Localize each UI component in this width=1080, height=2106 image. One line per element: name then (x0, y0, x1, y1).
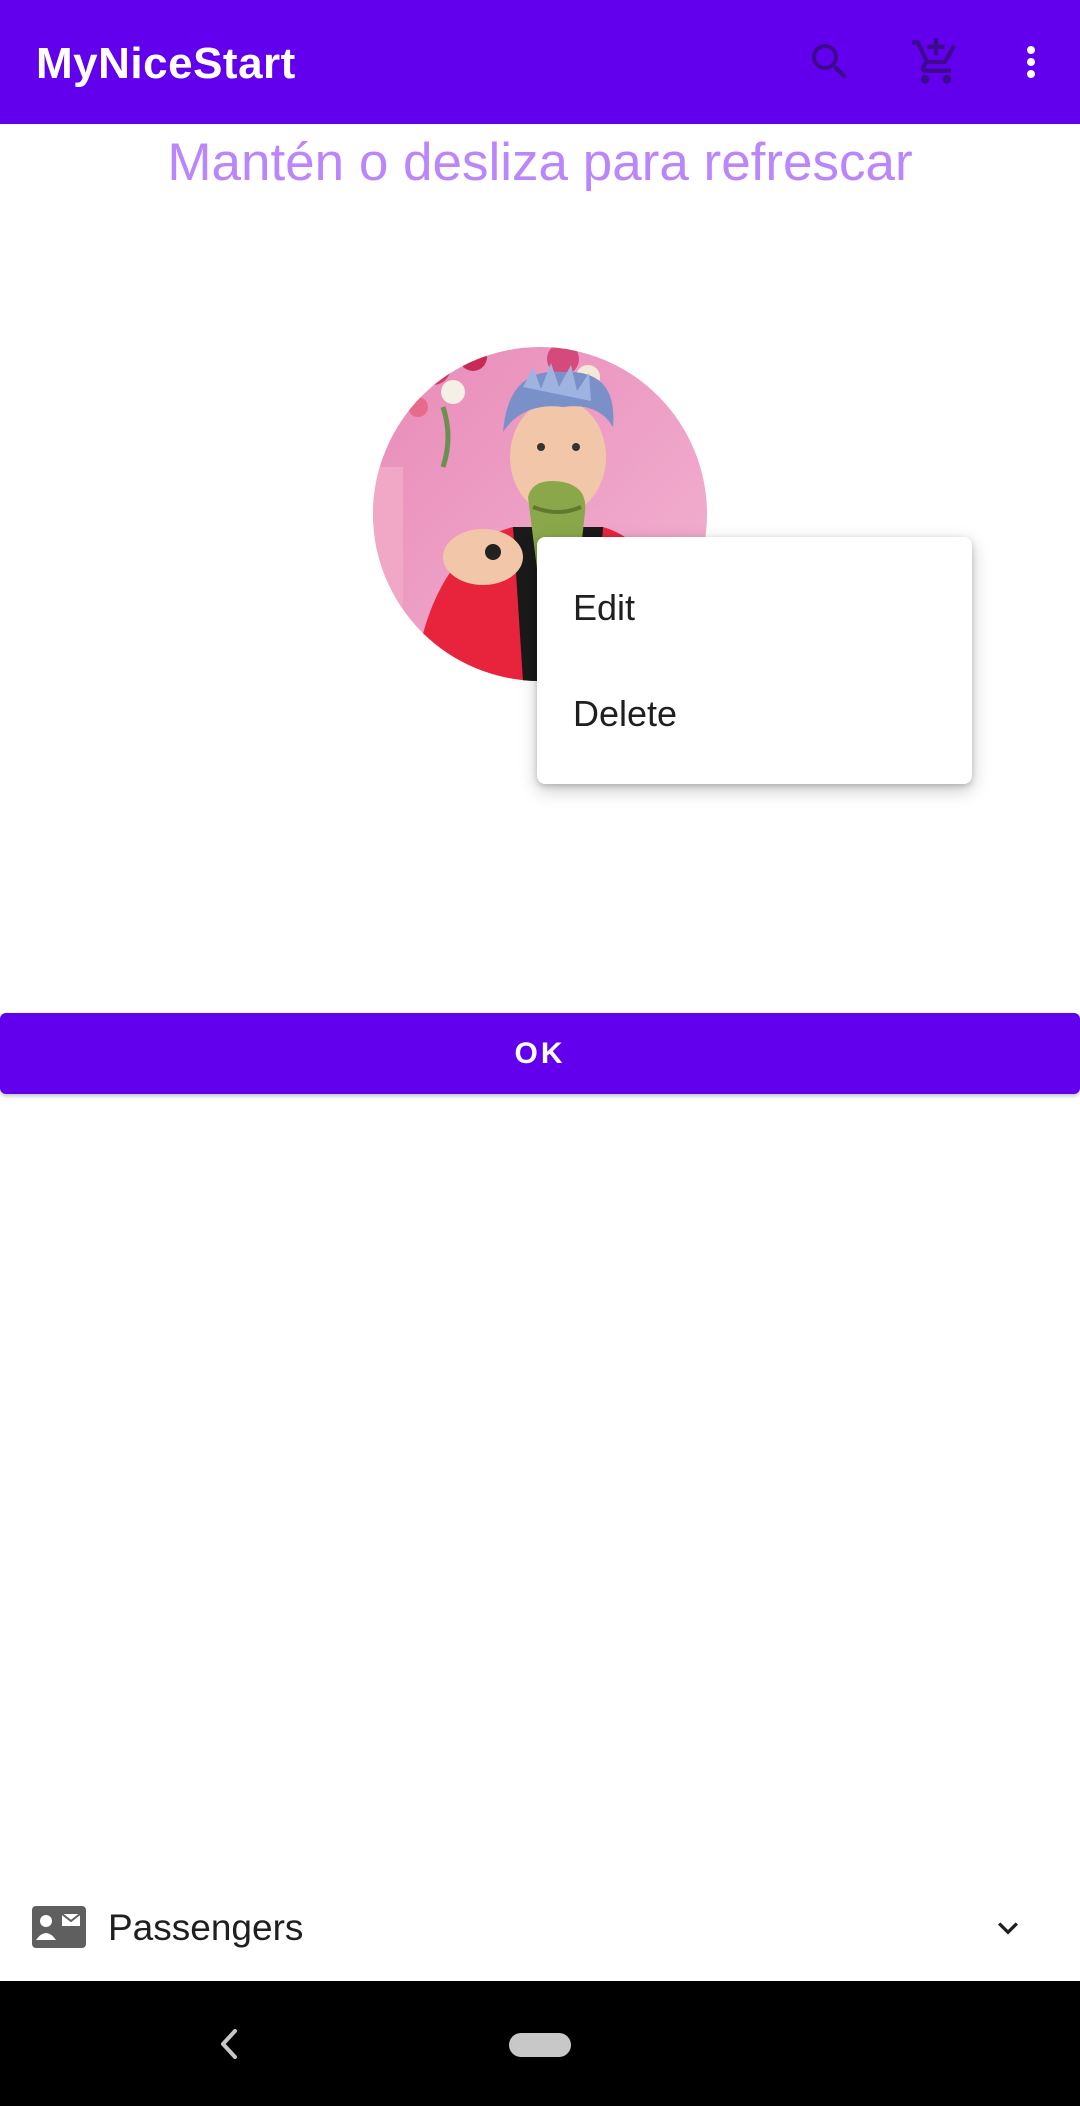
add-shopping-cart-icon (912, 38, 956, 84)
more-vert-icon (1027, 46, 1035, 78)
cart-button[interactable] (896, 22, 976, 102)
refresh-hint: Mantén o desliza para refrescar (167, 133, 913, 192)
menu-item-edit[interactable]: Edit (537, 555, 972, 661)
app-title: MyNiceStart (36, 39, 296, 88)
menu-item-delete[interactable]: Delete (537, 661, 972, 767)
context-menu: Edit Delete (537, 537, 972, 784)
search-button[interactable] (790, 22, 870, 102)
overflow-menu-button[interactable] (991, 22, 1071, 102)
ok-button[interactable]: OK (0, 1013, 1080, 1094)
chevron-down-icon[interactable] (988, 1908, 1028, 1948)
app-bar: MyNiceStart (0, 0, 1080, 124)
screen: MyNiceStart Mantén o desliza para refres… (0, 0, 1080, 2106)
contact-mail-icon (32, 1906, 86, 1948)
passengers-label: Passengers (108, 1907, 304, 1948)
home-pill[interactable] (509, 2033, 571, 2057)
search-icon (812, 44, 847, 79)
back-icon[interactable] (211, 2023, 247, 2065)
passengers-dropdown[interactable]: Passengers (0, 1880, 1080, 1976)
